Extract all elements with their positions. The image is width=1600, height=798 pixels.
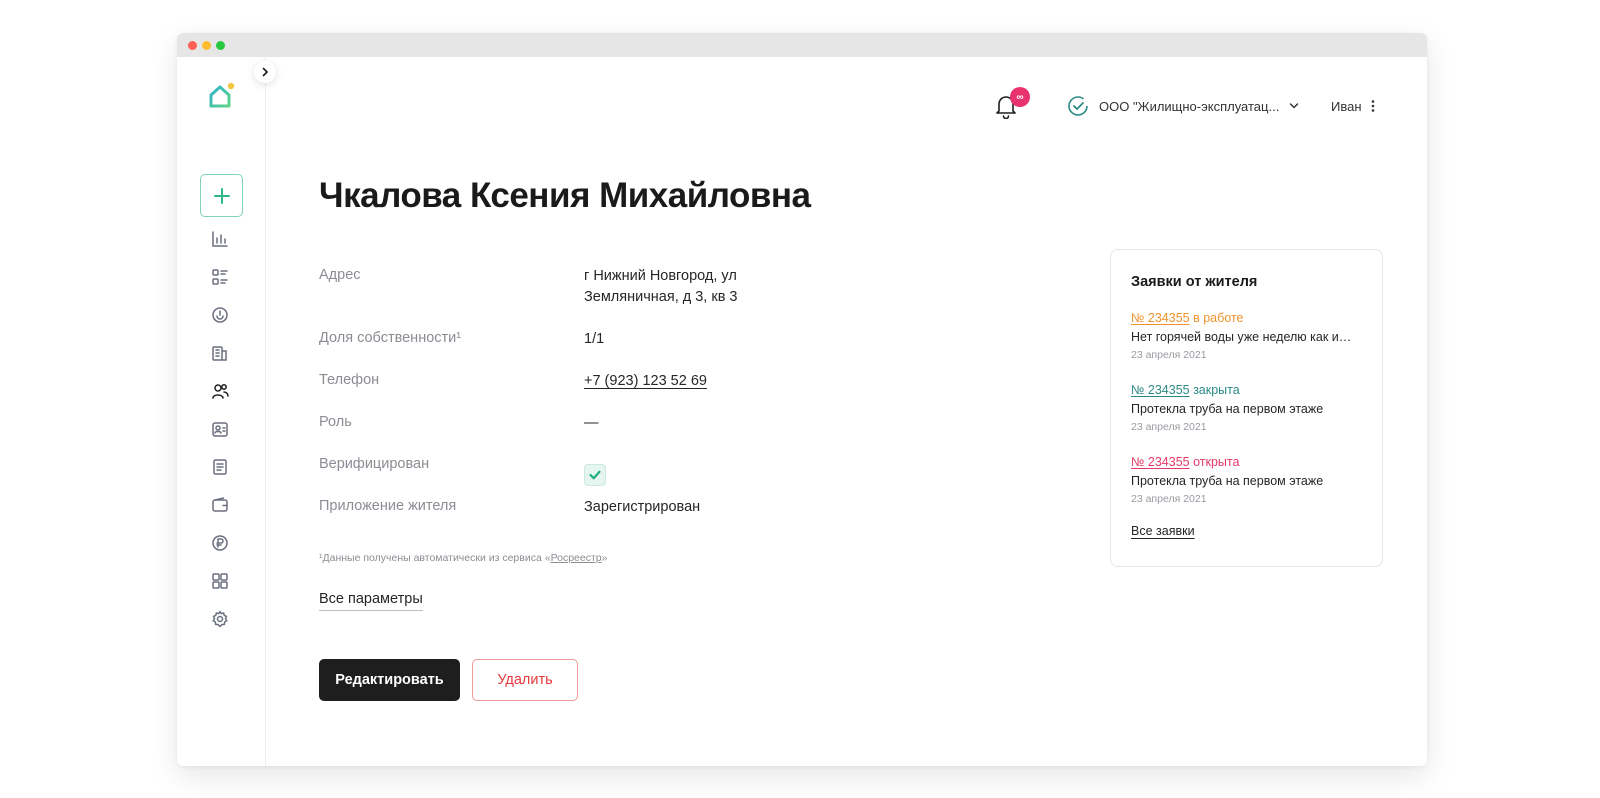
id-card-icon[interactable] — [209, 418, 231, 440]
address-value: г Нижний Новгород, ул Земляничная, д 3, … — [584, 266, 738, 308]
building-icon[interactable] — [209, 342, 231, 364]
checkmark-icon — [589, 470, 601, 480]
share-value: 1/1 — [584, 331, 605, 347]
window-minimize-button[interactable] — [202, 41, 211, 50]
chevron-down-icon — [1290, 103, 1299, 109]
footnote-text: ¹Данные получены автоматически из сервис… — [319, 552, 551, 564]
verified-org-icon — [1068, 96, 1088, 116]
add-button[interactable] — [200, 174, 243, 217]
request-status: открыта — [1193, 455, 1240, 469]
wallet-icon[interactable] — [209, 494, 231, 516]
phone-label: Телефон — [319, 372, 380, 388]
app-window: ∞ ООО "Жилищно-эксплуатац... Иван Чкалов… — [177, 33, 1427, 766]
chart-icon[interactable] — [209, 228, 231, 250]
window-titlebar — [177, 33, 1427, 57]
grid-icon[interactable] — [209, 570, 231, 592]
ruble-icon[interactable] — [209, 532, 231, 554]
role-label: Роль — [319, 414, 352, 430]
window-maximize-button[interactable] — [216, 41, 225, 50]
request-date: 23 апреля 2021 — [1131, 349, 1207, 361]
window-close-button[interactable] — [188, 41, 197, 50]
request-date: 23 апреля 2021 — [1131, 493, 1207, 505]
requests-card-title: Заявки от жителя — [1131, 274, 1258, 290]
app-value: Зарегистрирован — [584, 499, 701, 515]
request-number-link[interactable]: № 234355 — [1131, 455, 1190, 469]
requests-card: Заявки от жителя № 234355 в работе Нет г… — [1110, 249, 1383, 567]
request-text: Протекла труба на первом этаже — [1131, 474, 1324, 488]
request-item: № 234355 в работе Нет горячей воды уже н… — [1131, 311, 1366, 361]
verified-checkbox[interactable] — [584, 464, 606, 486]
all-requests-link[interactable]: Все заявки — [1131, 524, 1195, 538]
list-icon[interactable] — [209, 266, 231, 288]
request-item: № 234355 открыта Протекла труба на перво… — [1131, 455, 1366, 505]
role-value: — — [584, 415, 599, 431]
more-vertical-icon — [1371, 100, 1374, 112]
app-label: Приложение жителя — [319, 498, 457, 514]
all-params-link[interactable]: Все параметры — [319, 591, 423, 611]
organization-name: ООО "Жилищно-эксплуатац... — [1099, 98, 1280, 114]
request-header: № 234355 в работе — [1131, 311, 1366, 325]
request-status: в работе — [1193, 311, 1244, 325]
request-number-link[interactable]: № 234355 — [1131, 311, 1190, 325]
address-label: Адрес — [319, 267, 361, 283]
request-header: № 234355 закрыта — [1131, 383, 1366, 397]
address-line-1: г Нижний Новгород, ул — [584, 268, 737, 284]
footnote-suffix: » — [601, 552, 608, 564]
notification-badge: ∞ — [1010, 87, 1030, 107]
footnote: ¹Данные получены автоматически из сервис… — [319, 552, 607, 564]
user-menu[interactable]: Иван — [1331, 94, 1376, 118]
request-text: Протекла труба на первом этаже — [1131, 402, 1324, 416]
request-text: Нет горячей воды уже неделю как и… — [1131, 330, 1352, 344]
delete-button[interactable]: Удалить — [472, 659, 578, 701]
address-line-2: Земляничная, д 3, кв 3 — [584, 289, 738, 305]
home-logo-icon[interactable] — [207, 81, 237, 111]
user-name: Иван — [1331, 98, 1362, 114]
notifications-button[interactable]: ∞ — [995, 87, 1030, 123]
request-number-link[interactable]: № 234355 — [1131, 383, 1190, 397]
sidebar-expand-button[interactable] — [254, 61, 276, 83]
gauge-icon[interactable] — [209, 304, 231, 326]
request-item: № 234355 закрыта Протекла труба на перво… — [1131, 383, 1366, 433]
document-icon[interactable] — [209, 456, 231, 478]
phone-link[interactable]: +7 (923) 123 52 69 — [584, 371, 707, 392]
users-icon[interactable] — [209, 380, 231, 402]
page-title: Чкалова Ксения Михайловна — [319, 176, 811, 215]
request-status: закрыта — [1193, 383, 1240, 397]
gear-icon[interactable] — [209, 608, 231, 630]
organization-selector[interactable]: ООО "Жилищно-эксплуатац... — [1067, 94, 1299, 118]
share-label: Доля собственности¹ — [319, 330, 462, 346]
request-date: 23 апреля 2021 — [1131, 421, 1207, 433]
request-header: № 234355 открыта — [1131, 455, 1366, 469]
rosreestr-link[interactable]: Росреестр — [551, 552, 602, 564]
sidebar — [177, 57, 266, 766]
verified-label: Верифицирован — [319, 456, 430, 472]
edit-button[interactable]: Редактировать — [319, 659, 460, 701]
